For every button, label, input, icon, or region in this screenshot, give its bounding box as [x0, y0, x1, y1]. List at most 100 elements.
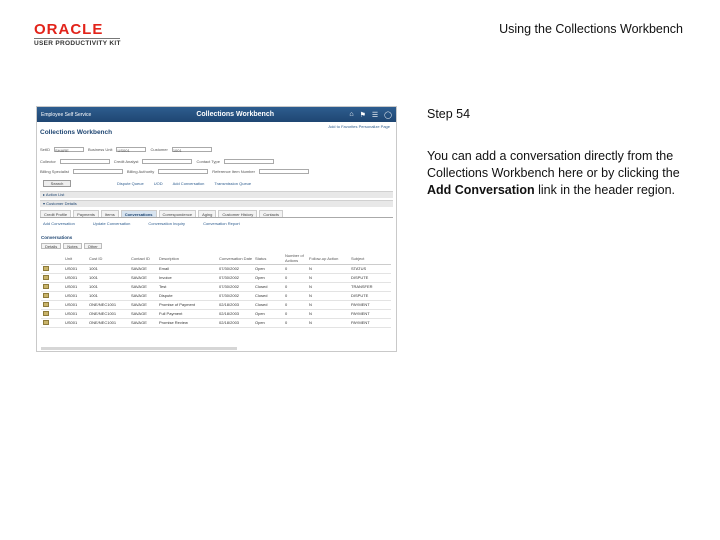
- table-cell: Test: [157, 282, 217, 292]
- add-conversation-link[interactable]: Add Conversation: [173, 181, 205, 186]
- table-row[interactable]: US001 ONE/NEC1001 SAVAGE Promise of Payment…: [41, 300, 391, 310]
- document-icon[interactable]: [43, 310, 49, 316]
- table-cell: 07/30/2002: [217, 291, 253, 301]
- contact-type-field[interactable]: [223, 158, 274, 164]
- table-cell: N: [307, 309, 349, 319]
- grid-tabs: Details Notes Other: [41, 243, 102, 249]
- table-cell: Full Payment: [157, 309, 217, 319]
- grid-tab-details[interactable]: Details: [41, 243, 62, 249]
- detail-tabs: Credit Profile Payments Items Conversati…: [40, 210, 393, 218]
- billing-specialist-field[interactable]: [72, 168, 123, 174]
- row-detail-cell: [41, 291, 63, 301]
- dispute-queue-link[interactable]: Dispute Queue: [117, 181, 144, 186]
- step-text-pre: You can add a conversation directly from…: [427, 149, 680, 180]
- table-cell: 0: [283, 291, 307, 301]
- table-row[interactable]: US001 1001 SAVAGE Email 07/30/2002 Open 0 N STAT…: [41, 264, 391, 274]
- table-cell: ONE/NEC1001: [87, 318, 129, 328]
- customer-details-section[interactable]: ▾ Customer Details: [40, 200, 393, 207]
- table-cell: Invoice: [157, 273, 217, 283]
- reference-item-field[interactable]: [258, 168, 309, 174]
- step-text-post: link in the header region.: [534, 183, 676, 197]
- tab-customer-history[interactable]: Customer History: [218, 210, 258, 217]
- row-detail-cell: [41, 300, 63, 310]
- tab-contacts[interactable]: Contacts: [259, 210, 284, 217]
- col-header: Number of Actions: [283, 253, 307, 265]
- table-cell: N: [307, 264, 349, 274]
- table-cell: PAYMENT: [349, 300, 391, 310]
- customer-field[interactable]: 1001: [171, 146, 212, 153]
- grid-tab-notes[interactable]: Notes: [63, 243, 82, 249]
- action-list-section[interactable]: ▸ Action List: [40, 191, 393, 198]
- table-row[interactable]: US001 ONE/NEC1001 SAVAGE Promise Review 02/1…: [41, 318, 391, 328]
- row-detail-cell: [41, 318, 63, 328]
- table-row[interactable]: US001 1001 SAVAGE Invoice 07/30/2002 Open 0 N DI…: [41, 273, 391, 283]
- step-description: You can add a conversation directly from…: [427, 148, 689, 199]
- flag-icon[interactable]: ⚑: [360, 111, 366, 119]
- row-detail-cell: [41, 273, 63, 283]
- table-cell: Promise Review: [157, 318, 217, 328]
- credit-analyst-field[interactable]: [142, 158, 193, 164]
- search-button[interactable]: Search: [43, 180, 71, 187]
- billing-specialist-label: Billing Specialist: [40, 168, 69, 174]
- criteria-row-2: Collector Credit Analyst Contact Type: [40, 157, 393, 165]
- uod-link[interactable]: UOD: [154, 181, 163, 186]
- row-detail-cell: [41, 309, 63, 319]
- add-conversation-sublink[interactable]: Add Conversation: [43, 221, 75, 226]
- oracle-upk-logo: ORACLE USER PRODUCTIVITY KIT: [34, 22, 126, 47]
- menu-icon[interactable]: ☰: [372, 111, 378, 119]
- customer-details-label: Customer Details: [46, 201, 77, 206]
- app-banner: Employee Self Service Collections Workbe…: [37, 107, 396, 122]
- document-icon[interactable]: [43, 283, 49, 289]
- document-icon[interactable]: [43, 301, 49, 307]
- col-header: Subject: [349, 253, 391, 265]
- tab-correspondence[interactable]: Correspondence: [158, 210, 197, 217]
- setid-field[interactable]: SHARE: [54, 146, 85, 153]
- update-conversation-sublink[interactable]: Update Conversation: [93, 221, 131, 226]
- table-cell: 0: [283, 282, 307, 292]
- document-icon[interactable]: [43, 265, 49, 271]
- col-header: Status: [253, 253, 283, 265]
- document-icon[interactable]: [43, 292, 49, 298]
- table-row[interactable]: US001 1001 SAVAGE Test 07/30/2002 Closed 0 N TRA…: [41, 282, 391, 292]
- grid-tab-other[interactable]: Other: [83, 243, 102, 249]
- col-header: [41, 253, 63, 265]
- table-cell: 1001: [87, 282, 129, 292]
- table-cell: Open: [253, 309, 283, 319]
- tab-credit-profile[interactable]: Credit Profile: [40, 210, 72, 217]
- row-detail-cell: [41, 264, 63, 274]
- grid-title: Conversations: [41, 235, 73, 240]
- back-link[interactable]: Employee Self Service: [41, 112, 121, 118]
- tab-conversations[interactable]: Conversations: [120, 210, 157, 217]
- table-cell: SAVAGE: [129, 264, 157, 274]
- credit-analyst-label: Credit Analyst: [113, 158, 139, 164]
- table-cell: 0: [283, 300, 307, 310]
- collector-label: Collector: [40, 158, 56, 164]
- document-icon[interactable]: [43, 319, 49, 325]
- home-icon[interactable]: ⌂: [349, 111, 353, 119]
- criteria-row-1: SetID SHARE Business Unit US001 Customer…: [40, 145, 393, 153]
- conversation-inquiry-sublink[interactable]: Conversation Inquiry: [148, 221, 185, 226]
- tab-aging[interactable]: Aging: [198, 210, 217, 217]
- conversation-report-sublink[interactable]: Conversation Report: [203, 221, 240, 226]
- collector-field[interactable]: [59, 158, 110, 164]
- business-unit-field[interactable]: US001: [116, 146, 147, 153]
- table-row[interactable]: US001 1001 SAVAGE Dispute 07/30/2002 Closed 0 N…: [41, 291, 391, 301]
- tab-items[interactable]: Items: [100, 210, 119, 217]
- criteria-row-3: Billing Specialist Billing Authority Ref…: [40, 167, 393, 175]
- navbar-icon[interactable]: ◯: [384, 111, 392, 119]
- page-utility-links[interactable]: Add to Favorites Personalize Page: [328, 124, 390, 129]
- billing-authority-field[interactable]: [158, 168, 209, 174]
- conversation-links: Add Conversation Update Conversation Con…: [43, 221, 240, 226]
- table-cell: Closed: [253, 282, 283, 292]
- tab-payments[interactable]: Payments: [73, 210, 99, 217]
- col-header: Unit: [63, 253, 87, 265]
- table-row[interactable]: US001 ONE/NEC1001 SAVAGE Full Payment 02/18/…: [41, 309, 391, 319]
- table-cell: 1001: [87, 291, 129, 301]
- table-cell: SAVAGE: [129, 273, 157, 283]
- horizontal-scrollbar[interactable]: [41, 347, 237, 350]
- step-label: Step 54: [427, 107, 471, 121]
- table-cell: N: [307, 291, 349, 301]
- table-cell: Open: [253, 273, 283, 283]
- transmission-queue-link[interactable]: Transmission Queue: [214, 181, 251, 186]
- document-icon[interactable]: [43, 274, 49, 280]
